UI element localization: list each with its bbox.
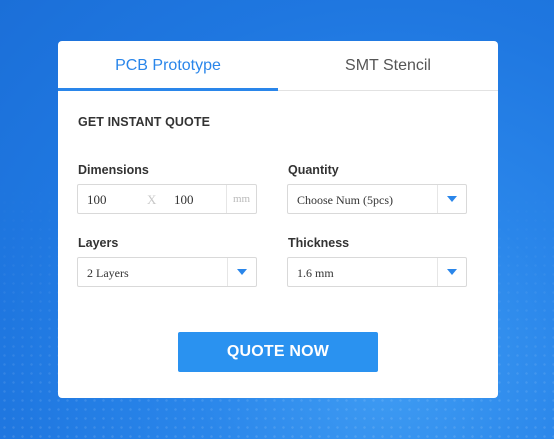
layers-dropdown-button[interactable] xyxy=(227,258,256,286)
chevron-down-icon xyxy=(237,269,247,275)
quantity-select[interactable]: Choose Num (5pcs) xyxy=(287,184,467,214)
quote-card: PCB Prototype SMT Stencil GET INSTANT QU… xyxy=(58,41,498,398)
form-heading: GET INSTANT QUOTE xyxy=(78,115,211,129)
dimension-separator: X xyxy=(147,192,157,207)
layers-select[interactable]: 2 Layers xyxy=(77,257,257,287)
thickness-select[interactable]: 1.6 mm xyxy=(287,257,467,287)
layers-value: 2 Layers xyxy=(87,266,129,280)
thickness-label: Thickness xyxy=(288,236,350,250)
layers-label: Layers xyxy=(78,236,119,250)
thickness-value: 1.6 mm xyxy=(297,266,334,280)
quantity-dropdown-button[interactable] xyxy=(437,185,466,213)
tab-bar: PCB Prototype SMT Stencil xyxy=(58,41,498,91)
chevron-down-icon xyxy=(447,196,457,202)
width-input[interactable]: 100 xyxy=(87,192,107,208)
unit-label: mm xyxy=(226,185,256,213)
quantity-label: Quantity xyxy=(288,163,339,177)
height-input[interactable]: 100 xyxy=(174,192,194,208)
chevron-down-icon xyxy=(447,269,457,275)
active-tab-indicator xyxy=(58,88,278,91)
quantity-value: Choose Num (5pcs) xyxy=(297,193,393,207)
tab-smt-stencil[interactable]: SMT Stencil xyxy=(278,41,498,90)
tab-pcb-prototype[interactable]: PCB Prototype xyxy=(58,41,278,90)
thickness-dropdown-button[interactable] xyxy=(437,258,466,286)
dimensions-field: 100 X 100 mm xyxy=(77,184,257,214)
quote-now-button[interactable]: QUOTE NOW xyxy=(178,332,378,372)
dimensions-label: Dimensions xyxy=(78,163,149,177)
